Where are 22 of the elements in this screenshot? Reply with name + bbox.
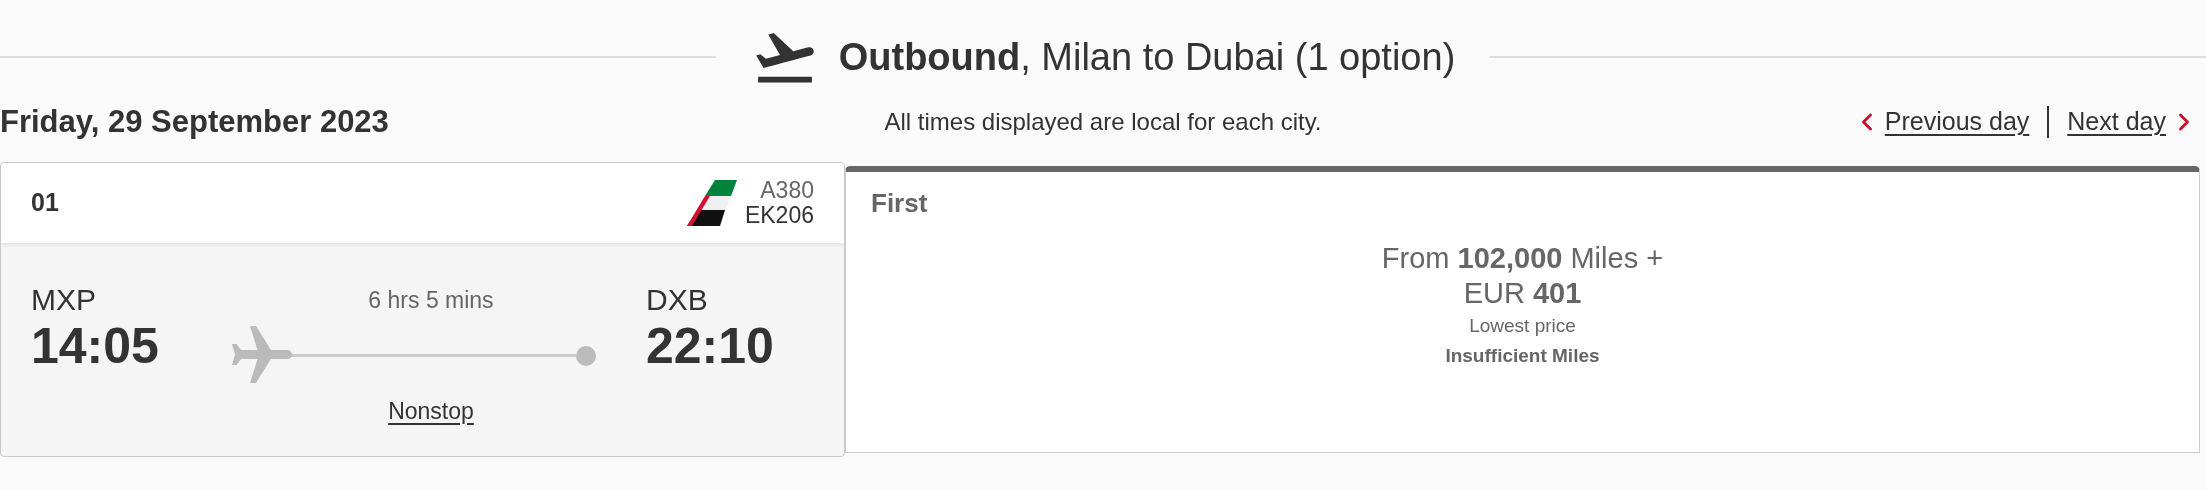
- origin-code: MXP: [31, 283, 97, 318]
- lowest-price-note: Lowest price: [1469, 314, 1576, 338]
- tail-logo-icon: [686, 180, 737, 226]
- flight-number: EK206: [744, 203, 814, 229]
- timezone-notice: All times displayed are local for each city.: [883, 107, 1323, 137]
- departure-time: 14:05: [31, 317, 160, 375]
- option-number: 01: [31, 187, 59, 219]
- fare-panel[interactable]: First From 102,000 Miles + EUR 401 Lowest price Insufficient Miles: [845, 166, 2200, 453]
- page-title: Outbound, Milan to Dubai (1 option): [838, 34, 1456, 80]
- date-heading: Friday, 29 September 2023: [0, 102, 390, 141]
- price-miles: From 102,000 Miles +: [1381, 241, 1664, 276]
- nonstop-link[interactable]: Nonstop: [388, 393, 474, 428]
- flight-duration: 6 hrs 5 mins: [368, 286, 494, 315]
- destination-code: DXB: [646, 283, 709, 318]
- previous-day-link[interactable]: Previous day: [1852, 103, 2030, 141]
- price-cash: EUR 401: [1463, 275, 1582, 311]
- cabin-class: First: [871, 187, 929, 220]
- insufficient-miles-status: Insufficient Miles: [1445, 345, 1600, 369]
- next-day-link[interactable]: Next day: [2067, 103, 2198, 141]
- arrival-time: 22:10: [646, 317, 774, 375]
- flight-card[interactable]: 01 A380 EK206 MXP 14:05 6 hrs 5 mins Nonstop DXB 22:10: [0, 162, 845, 457]
- aircraft-type: A380: [760, 177, 814, 203]
